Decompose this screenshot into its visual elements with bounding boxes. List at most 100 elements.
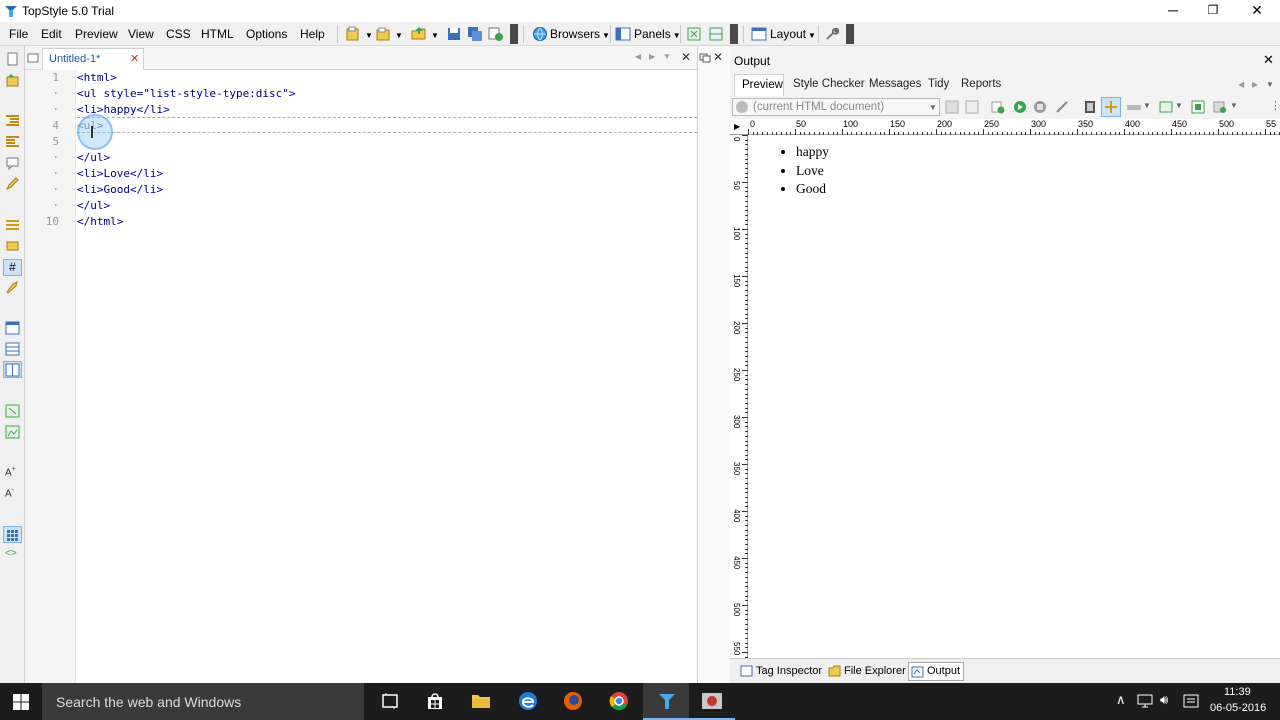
layout-dropdown[interactable]: Layout ▼ <box>770 27 816 41</box>
box-icon[interactable] <box>5 239 20 253</box>
taskbar-recorder[interactable] <box>689 683 735 720</box>
open-folder-icon[interactable] <box>5 73 20 87</box>
code-line[interactable]: <html> <box>77 71 117 84</box>
close-output-icon[interactable]: ✕ <box>1263 52 1274 68</box>
close-panel-icon[interactable]: ✕ <box>713 50 723 64</box>
windows-start-icon[interactable] <box>13 694 29 710</box>
hash-icon[interactable]: # <box>3 259 22 276</box>
upload-icon[interactable] <box>487 25 505 43</box>
fullscreen-icon[interactable] <box>685 25 703 43</box>
taskbar-topstyle[interactable] <box>643 683 689 720</box>
refresh-doc-icon[interactable] <box>944 99 960 115</box>
more-icon[interactable]: ⋮ <box>1270 99 1280 112</box>
split-view-icon[interactable] <box>707 25 725 43</box>
folder-icon[interactable] <box>410 25 428 43</box>
code-editor[interactable]: 1 · · 4 5 · · · · 10 <html> <ul style="l… <box>25 70 697 683</box>
resize-dropdown-icon[interactable]: ▼ <box>1175 101 1183 110</box>
rows-icon[interactable] <box>5 342 20 356</box>
notifications-icon[interactable] <box>1183 694 1199 708</box>
tab-output[interactable]: Output <box>908 662 965 681</box>
tab-preview[interactable]: Preview <box>734 74 784 96</box>
tab-close-icon[interactable]: ✕ <box>130 52 139 65</box>
brush-icon[interactable] <box>5 280 20 294</box>
document-select[interactable]: (current HTML document) ▼ <box>732 98 940 116</box>
show-hidden-icons-icon[interactable]: ∧ <box>1116 692 1126 708</box>
pencil-icon[interactable] <box>5 177 20 191</box>
indent-icon[interactable] <box>5 114 20 128</box>
tab-style-checker[interactable]: Style Checker <box>793 78 865 90</box>
wrench-icon[interactable] <box>823 25 841 43</box>
file-explorer-icon[interactable] <box>471 692 491 710</box>
tab-messages[interactable]: Messages <box>869 78 921 90</box>
code-icon[interactable]: <> <box>5 548 20 562</box>
scroll-left-icon[interactable]: ◀ <box>635 52 641 61</box>
menu-edit[interactable]: Edit <box>41 27 62 41</box>
resize-window-icon[interactable] <box>1158 99 1174 115</box>
firefox-icon[interactable] <box>563 691 583 711</box>
go-icon[interactable] <box>1012 99 1028 115</box>
store-icon[interactable] <box>426 692 444 710</box>
close-button[interactable]: ✕ <box>1234 0 1280 22</box>
menu-html[interactable]: HTML <box>201 27 234 41</box>
toolbar-grip[interactable] <box>846 24 854 44</box>
new-file-dropdown[interactable]: ▼ <box>363 27 373 41</box>
menu-view[interactable]: View <box>128 27 154 41</box>
open-file-icon[interactable] <box>374 25 392 43</box>
code-line[interactable]: </ul> <box>77 199 110 212</box>
menu-file[interactable]: File <box>9 27 28 41</box>
toolbar-grip[interactable] <box>510 24 518 44</box>
close-editor-icon[interactable]: ✕ <box>681 50 691 64</box>
menu-css[interactable]: CSS <box>166 27 191 41</box>
save-icon[interactable] <box>445 25 463 43</box>
scroll-right-icon[interactable]: ▶ <box>649 52 655 61</box>
clock-time[interactable]: 11:39 <box>1224 686 1251 698</box>
font-increase-icon[interactable]: A+ <box>5 466 20 480</box>
book-icon[interactable] <box>1082 99 1098 115</box>
edit-doc-icon[interactable] <box>964 99 980 115</box>
columns-icon[interactable] <box>3 361 22 378</box>
code-line[interactable]: <li>Good</li> <box>77 183 163 196</box>
network-icon[interactable] <box>1136 694 1154 708</box>
save-all-icon[interactable] <box>466 25 484 43</box>
scroll-left-icon[interactable]: ◀ <box>1238 80 1244 89</box>
code-line[interactable]: <ul style="list-style-type:disc"> <box>77 87 296 100</box>
back-icon[interactable] <box>990 99 1006 115</box>
tab-file-explorer[interactable]: File Explorer <box>826 664 909 680</box>
code-line[interactable]: <li>Love</li> <box>77 167 163 180</box>
code-line[interactable]: </ul> <box>77 151 110 164</box>
tab-menu-icon[interactable] <box>27 52 39 64</box>
new-file-icon[interactable] <box>344 25 362 43</box>
tab-tidy[interactable]: Tidy <box>928 78 949 90</box>
tab-reports[interactable]: Reports <box>961 78 1001 90</box>
scroll-right-icon[interactable]: ▶ <box>1252 80 1258 89</box>
crosshair-icon[interactable] <box>1101 97 1121 117</box>
panel-splitter[interactable]: ✕ <box>697 46 730 683</box>
font-decrease-icon[interactable]: A- <box>5 487 20 501</box>
document-icon[interactable] <box>5 52 20 66</box>
format-icon[interactable] <box>5 218 20 232</box>
menu-help[interactable]: Help <box>300 27 325 41</box>
tab-untitled-1[interactable]: Untitled-1* ✕ <box>42 48 144 70</box>
float-panel-icon[interactable] <box>699 53 711 63</box>
chrome-icon[interactable] <box>609 691 629 711</box>
grid-icon[interactable] <box>3 526 22 543</box>
menu-preview[interactable]: Preview <box>75 27 118 41</box>
volume-icon[interactable]: 🔊︎ <box>1160 692 1168 708</box>
ruler-icon[interactable] <box>1126 99 1142 115</box>
tab-list-icon[interactable]: ▼ <box>1266 80 1274 89</box>
export-icon[interactable] <box>1212 99 1228 115</box>
menu-options[interactable]: Options <box>246 27 287 41</box>
ruler-dropdown-icon[interactable]: ▼ <box>1143 101 1151 110</box>
open-file-dropdown[interactable]: ▼ <box>393 27 403 41</box>
browser-preview[interactable]: happy Love Good <box>748 135 1280 658</box>
resize-icon[interactable] <box>5 404 20 418</box>
browsers-dropdown[interactable]: Browsers ▼ <box>550 27 610 41</box>
task-view-icon[interactable] <box>381 693 399 709</box>
snapshot-icon[interactable] <box>1190 99 1206 115</box>
taskbar-search-box[interactable]: Search the web and Windows <box>42 683 364 720</box>
folder-dropdown[interactable]: ▼ <box>429 27 439 41</box>
edge-icon[interactable] <box>518 691 538 711</box>
comment-icon[interactable] <box>5 156 20 170</box>
outdent-icon[interactable] <box>5 135 20 149</box>
tab-tag-inspector[interactable]: Tag Inspector <box>738 664 825 680</box>
